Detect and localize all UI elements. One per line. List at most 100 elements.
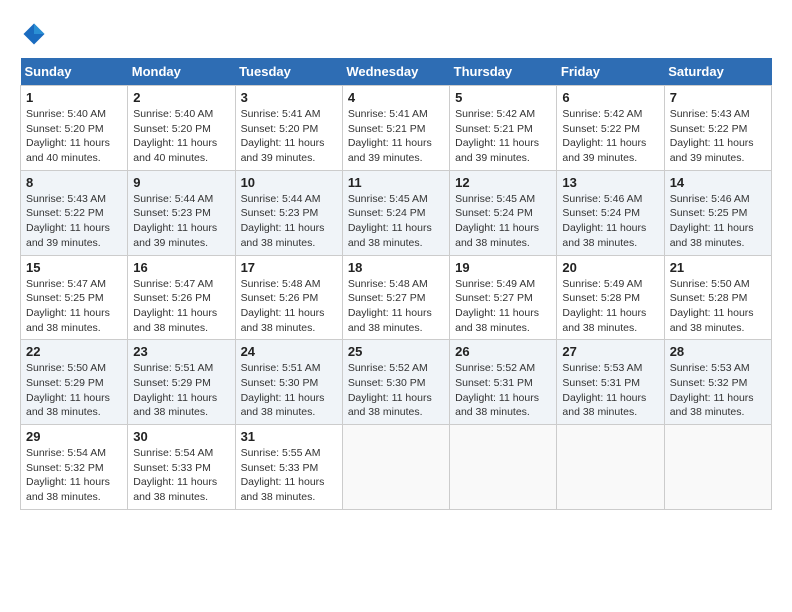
- week-row-4: 22 Sunrise: 5:50 AM Sunset: 5:29 PM Dayl…: [21, 340, 772, 425]
- day-number: 21: [670, 260, 766, 275]
- calendar-table: SundayMondayTuesdayWednesdayThursdayFrid…: [20, 58, 772, 510]
- day-info: Sunrise: 5:52 AM Sunset: 5:31 PM Dayligh…: [455, 361, 551, 420]
- day-number: 23: [133, 344, 229, 359]
- day-info: Sunrise: 5:41 AM Sunset: 5:20 PM Dayligh…: [241, 107, 337, 166]
- day-info: Sunrise: 5:44 AM Sunset: 5:23 PM Dayligh…: [133, 192, 229, 251]
- day-number: 6: [562, 90, 658, 105]
- day-info: Sunrise: 5:40 AM Sunset: 5:20 PM Dayligh…: [26, 107, 122, 166]
- day-info: Sunrise: 5:46 AM Sunset: 5:24 PM Dayligh…: [562, 192, 658, 251]
- day-number: 13: [562, 175, 658, 190]
- day-cell: 3 Sunrise: 5:41 AM Sunset: 5:20 PM Dayli…: [235, 86, 342, 171]
- day-number: 10: [241, 175, 337, 190]
- day-number: 11: [348, 175, 444, 190]
- day-number: 30: [133, 429, 229, 444]
- day-info: Sunrise: 5:48 AM Sunset: 5:27 PM Dayligh…: [348, 277, 444, 336]
- week-row-1: 1 Sunrise: 5:40 AM Sunset: 5:20 PM Dayli…: [21, 86, 772, 171]
- day-info: Sunrise: 5:49 AM Sunset: 5:27 PM Dayligh…: [455, 277, 551, 336]
- day-info: Sunrise: 5:44 AM Sunset: 5:23 PM Dayligh…: [241, 192, 337, 251]
- day-cell: 19 Sunrise: 5:49 AM Sunset: 5:27 PM Dayl…: [450, 255, 557, 340]
- day-number: 29: [26, 429, 122, 444]
- day-number: 5: [455, 90, 551, 105]
- header-friday: Friday: [557, 58, 664, 86]
- header-thursday: Thursday: [450, 58, 557, 86]
- day-info: Sunrise: 5:50 AM Sunset: 5:29 PM Dayligh…: [26, 361, 122, 420]
- day-info: Sunrise: 5:54 AM Sunset: 5:33 PM Dayligh…: [133, 446, 229, 505]
- day-cell: 17 Sunrise: 5:48 AM Sunset: 5:26 PM Dayl…: [235, 255, 342, 340]
- day-cell: 27 Sunrise: 5:53 AM Sunset: 5:31 PM Dayl…: [557, 340, 664, 425]
- day-info: Sunrise: 5:53 AM Sunset: 5:31 PM Dayligh…: [562, 361, 658, 420]
- day-info: Sunrise: 5:45 AM Sunset: 5:24 PM Dayligh…: [455, 192, 551, 251]
- day-number: 26: [455, 344, 551, 359]
- day-number: 12: [455, 175, 551, 190]
- day-cell: 13 Sunrise: 5:46 AM Sunset: 5:24 PM Dayl…: [557, 170, 664, 255]
- day-info: Sunrise: 5:53 AM Sunset: 5:32 PM Dayligh…: [670, 361, 766, 420]
- day-number: 2: [133, 90, 229, 105]
- day-cell: 1 Sunrise: 5:40 AM Sunset: 5:20 PM Dayli…: [21, 86, 128, 171]
- day-cell: 31 Sunrise: 5:55 AM Sunset: 5:33 PM Dayl…: [235, 425, 342, 510]
- day-cell: 22 Sunrise: 5:50 AM Sunset: 5:29 PM Dayl…: [21, 340, 128, 425]
- day-cell: 8 Sunrise: 5:43 AM Sunset: 5:22 PM Dayli…: [21, 170, 128, 255]
- header-row: SundayMondayTuesdayWednesdayThursdayFrid…: [21, 58, 772, 86]
- day-info: Sunrise: 5:48 AM Sunset: 5:26 PM Dayligh…: [241, 277, 337, 336]
- day-number: 1: [26, 90, 122, 105]
- day-number: 3: [241, 90, 337, 105]
- day-info: Sunrise: 5:54 AM Sunset: 5:32 PM Dayligh…: [26, 446, 122, 505]
- week-row-5: 29 Sunrise: 5:54 AM Sunset: 5:32 PM Dayl…: [21, 425, 772, 510]
- day-info: Sunrise: 5:42 AM Sunset: 5:22 PM Dayligh…: [562, 107, 658, 166]
- day-number: 18: [348, 260, 444, 275]
- page-header: [20, 20, 772, 48]
- day-number: 8: [26, 175, 122, 190]
- day-info: Sunrise: 5:55 AM Sunset: 5:33 PM Dayligh…: [241, 446, 337, 505]
- logo: [20, 20, 52, 48]
- header-saturday: Saturday: [664, 58, 771, 86]
- day-cell: 24 Sunrise: 5:51 AM Sunset: 5:30 PM Dayl…: [235, 340, 342, 425]
- day-info: Sunrise: 5:51 AM Sunset: 5:30 PM Dayligh…: [241, 361, 337, 420]
- header-wednesday: Wednesday: [342, 58, 449, 86]
- day-number: 25: [348, 344, 444, 359]
- day-cell: 20 Sunrise: 5:49 AM Sunset: 5:28 PM Dayl…: [557, 255, 664, 340]
- header-tuesday: Tuesday: [235, 58, 342, 86]
- day-number: 28: [670, 344, 766, 359]
- day-number: 19: [455, 260, 551, 275]
- day-number: 31: [241, 429, 337, 444]
- day-cell: 23 Sunrise: 5:51 AM Sunset: 5:29 PM Dayl…: [128, 340, 235, 425]
- header-sunday: Sunday: [21, 58, 128, 86]
- day-info: Sunrise: 5:50 AM Sunset: 5:28 PM Dayligh…: [670, 277, 766, 336]
- day-number: 7: [670, 90, 766, 105]
- day-number: 20: [562, 260, 658, 275]
- logo-icon: [20, 20, 48, 48]
- day-cell: 11 Sunrise: 5:45 AM Sunset: 5:24 PM Dayl…: [342, 170, 449, 255]
- day-cell: [557, 425, 664, 510]
- week-row-3: 15 Sunrise: 5:47 AM Sunset: 5:25 PM Dayl…: [21, 255, 772, 340]
- day-cell: 30 Sunrise: 5:54 AM Sunset: 5:33 PM Dayl…: [128, 425, 235, 510]
- day-info: Sunrise: 5:43 AM Sunset: 5:22 PM Dayligh…: [670, 107, 766, 166]
- day-number: 4: [348, 90, 444, 105]
- day-cell: 10 Sunrise: 5:44 AM Sunset: 5:23 PM Dayl…: [235, 170, 342, 255]
- day-info: Sunrise: 5:52 AM Sunset: 5:30 PM Dayligh…: [348, 361, 444, 420]
- day-number: 14: [670, 175, 766, 190]
- day-cell: 12 Sunrise: 5:45 AM Sunset: 5:24 PM Dayl…: [450, 170, 557, 255]
- day-info: Sunrise: 5:42 AM Sunset: 5:21 PM Dayligh…: [455, 107, 551, 166]
- day-cell: 7 Sunrise: 5:43 AM Sunset: 5:22 PM Dayli…: [664, 86, 771, 171]
- day-number: 15: [26, 260, 122, 275]
- day-cell: 28 Sunrise: 5:53 AM Sunset: 5:32 PM Dayl…: [664, 340, 771, 425]
- day-info: Sunrise: 5:47 AM Sunset: 5:25 PM Dayligh…: [26, 277, 122, 336]
- day-cell: 14 Sunrise: 5:46 AM Sunset: 5:25 PM Dayl…: [664, 170, 771, 255]
- day-cell: 26 Sunrise: 5:52 AM Sunset: 5:31 PM Dayl…: [450, 340, 557, 425]
- day-info: Sunrise: 5:49 AM Sunset: 5:28 PM Dayligh…: [562, 277, 658, 336]
- day-number: 16: [133, 260, 229, 275]
- day-cell: [450, 425, 557, 510]
- day-info: Sunrise: 5:40 AM Sunset: 5:20 PM Dayligh…: [133, 107, 229, 166]
- day-cell: 5 Sunrise: 5:42 AM Sunset: 5:21 PM Dayli…: [450, 86, 557, 171]
- day-info: Sunrise: 5:41 AM Sunset: 5:21 PM Dayligh…: [348, 107, 444, 166]
- day-cell: 6 Sunrise: 5:42 AM Sunset: 5:22 PM Dayli…: [557, 86, 664, 171]
- header-monday: Monday: [128, 58, 235, 86]
- day-cell: 2 Sunrise: 5:40 AM Sunset: 5:20 PM Dayli…: [128, 86, 235, 171]
- day-info: Sunrise: 5:46 AM Sunset: 5:25 PM Dayligh…: [670, 192, 766, 251]
- day-number: 24: [241, 344, 337, 359]
- day-number: 22: [26, 344, 122, 359]
- day-info: Sunrise: 5:47 AM Sunset: 5:26 PM Dayligh…: [133, 277, 229, 336]
- day-number: 27: [562, 344, 658, 359]
- day-info: Sunrise: 5:45 AM Sunset: 5:24 PM Dayligh…: [348, 192, 444, 251]
- day-cell: 9 Sunrise: 5:44 AM Sunset: 5:23 PM Dayli…: [128, 170, 235, 255]
